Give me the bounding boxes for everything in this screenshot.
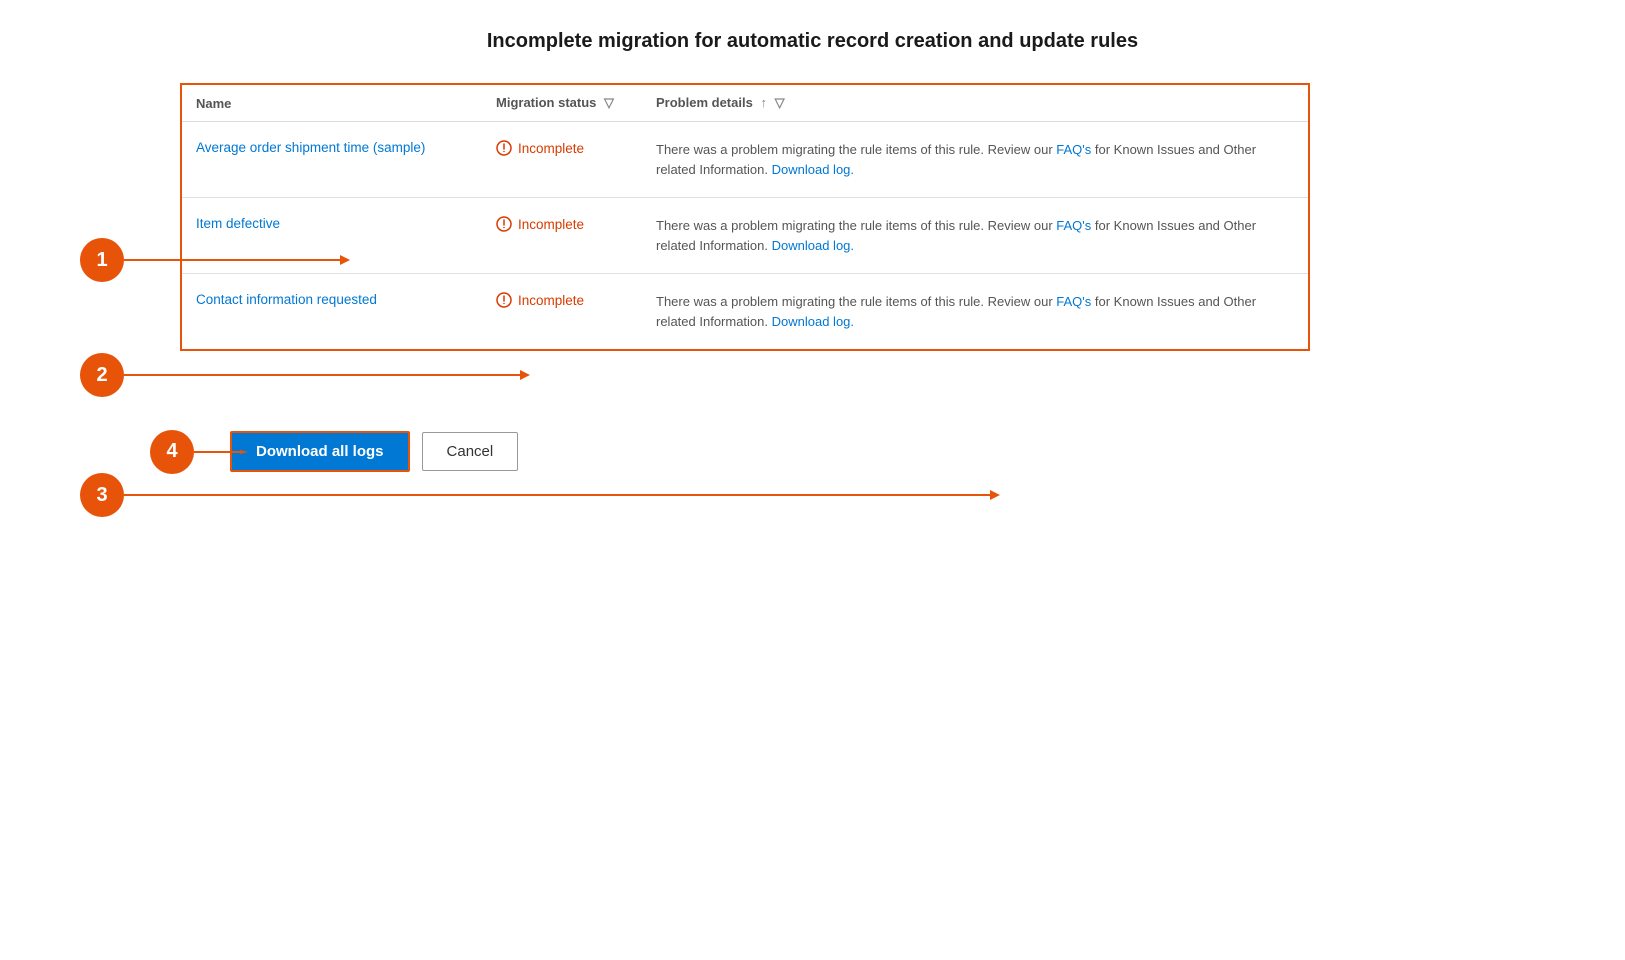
incomplete-icon-1 — [496, 140, 512, 156]
col-header-details: Problem details ↑ ▽ — [642, 85, 1308, 122]
col-header-status: Migration status ▽ — [482, 85, 642, 122]
annotation-1: 1 — [80, 238, 124, 282]
migration-table: Name Migration status ▽ Problem details … — [180, 83, 1310, 351]
annotation-3: 3 — [80, 473, 124, 517]
problem-text-3: There was a problem migrating the rule i… — [656, 294, 1256, 329]
download-log-link-3[interactable]: Download log. — [772, 314, 854, 329]
col-header-name: Name — [182, 85, 482, 122]
details-sort-icon[interactable]: ↑ — [760, 95, 767, 110]
annotation-4: 4 — [150, 430, 194, 474]
status-cell-3: Incomplete — [496, 292, 628, 308]
problem-text-2: There was a problem migrating the rule i… — [656, 218, 1256, 253]
incomplete-icon-3 — [496, 292, 512, 308]
faq-link-2[interactable]: FAQ's — [1056, 218, 1091, 233]
status-cell-2: Incomplete — [496, 216, 628, 232]
table-row: Item defective Incomplete — [182, 198, 1308, 274]
rule-name-link-1[interactable]: Average order shipment time (sample) — [196, 140, 425, 155]
status-cell-1: Incomplete — [496, 140, 628, 156]
status-filter-icon[interactable]: ▽ — [604, 95, 614, 111]
page-title: Incomplete migration for automatic recor… — [60, 30, 1565, 53]
download-log-link-2[interactable]: Download log. — [772, 238, 854, 253]
rule-name-link-3[interactable]: Contact information requested — [196, 292, 377, 307]
faq-link-3[interactable]: FAQ's — [1056, 294, 1091, 309]
details-filter-icon[interactable]: ▽ — [775, 95, 785, 111]
download-all-logs-button[interactable]: Download all logs — [230, 431, 410, 472]
download-log-link-1[interactable]: Download log. — [772, 162, 854, 177]
rule-name-link-2[interactable]: Item defective — [196, 216, 280, 231]
problem-text-1: There was a problem migrating the rule i… — [656, 142, 1256, 177]
table-row: Average order shipment time (sample) Inc… — [182, 122, 1308, 198]
faq-link-1[interactable]: FAQ's — [1056, 142, 1091, 157]
actions-row: 4 Download all logs Cancel — [180, 431, 1565, 472]
incomplete-icon-2 — [496, 216, 512, 232]
annotation-2: 2 — [80, 353, 124, 397]
table-row: Contact information requested Incomplete — [182, 274, 1308, 350]
cancel-button[interactable]: Cancel — [422, 432, 519, 471]
